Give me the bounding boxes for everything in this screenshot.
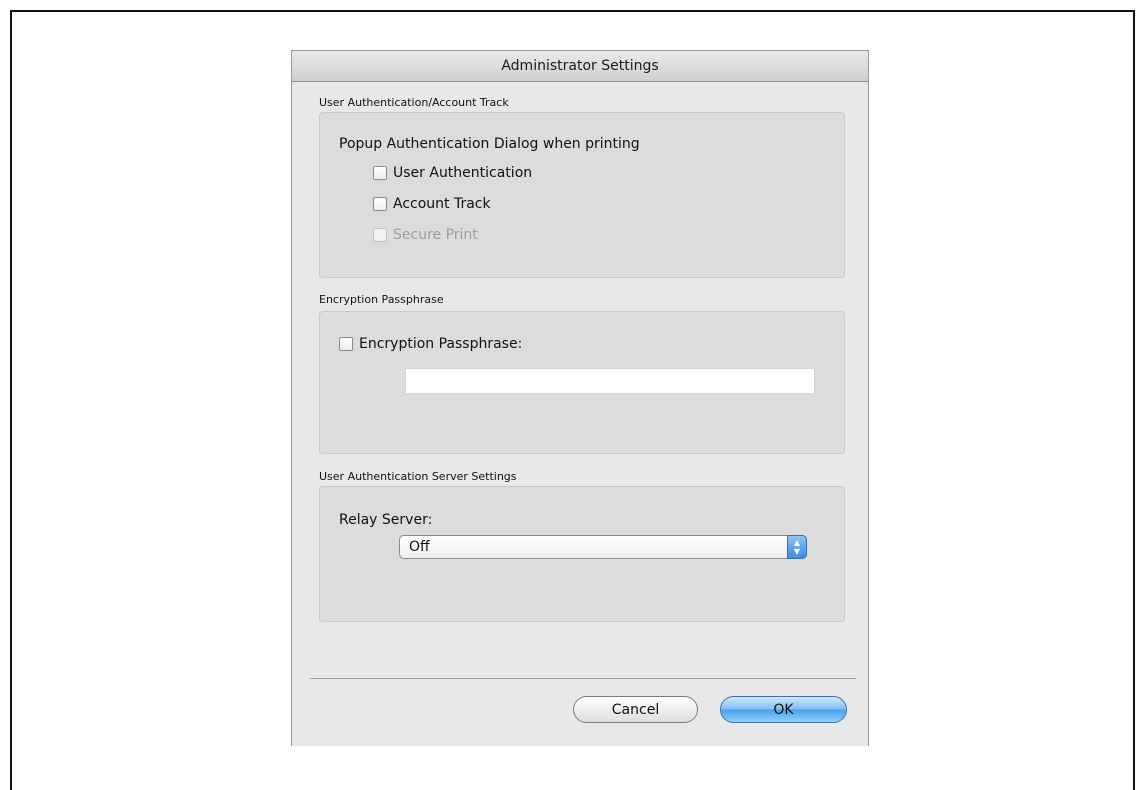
user-authentication-checkbox[interactable]: User Authentication: [373, 165, 532, 181]
cancel-button[interactable]: Cancel: [573, 696, 698, 723]
secure-print-label: Secure Print: [393, 227, 478, 243]
encryption-section-label: Encryption Passphrase: [319, 293, 444, 306]
relay-server-selected-value: Off: [409, 539, 430, 555]
secure-print-checkbox: Secure Print: [373, 227, 478, 243]
encryption-passphrase-label: Encryption Passphrase:: [359, 336, 523, 352]
account-track-checkbox-box[interactable]: [373, 197, 387, 211]
encryption-passphrase-input[interactable]: [405, 368, 815, 394]
administrator-settings-dialog: Administrator Settings User Authenticati…: [291, 50, 869, 746]
ok-button[interactable]: OK: [720, 696, 847, 723]
encryption-group-box: Encryption Passphrase:: [319, 311, 845, 454]
auth-section-label: User Authentication/Account Track: [319, 96, 509, 109]
relay-server-select[interactable]: Off ▲ ▼: [399, 535, 807, 559]
server-group-box: Relay Server: Off ▲ ▼: [319, 486, 845, 622]
user-authentication-label: User Authentication: [393, 165, 533, 181]
relay-server-label: Relay Server:: [339, 512, 433, 528]
secure-print-checkbox-box: [373, 228, 387, 242]
account-track-label: Account Track: [393, 196, 491, 212]
dialog-title: Administrator Settings: [501, 58, 659, 74]
encryption-passphrase-checkbox-box[interactable]: [339, 337, 353, 351]
user-authentication-checkbox-box[interactable]: [373, 166, 387, 180]
account-track-checkbox[interactable]: Account Track: [373, 196, 491, 212]
select-stepper-icon[interactable]: ▲ ▼: [787, 535, 807, 559]
dialog-title-bar: Administrator Settings: [292, 51, 868, 82]
auth-group-box: Popup Authentication Dialog when printin…: [319, 112, 845, 278]
button-divider: [310, 678, 856, 679]
encryption-passphrase-checkbox[interactable]: Encryption Passphrase:: [339, 336, 522, 352]
server-section-label: User Authentication Server Settings: [319, 470, 517, 483]
popup-auth-heading: Popup Authentication Dialog when printin…: [339, 136, 640, 152]
